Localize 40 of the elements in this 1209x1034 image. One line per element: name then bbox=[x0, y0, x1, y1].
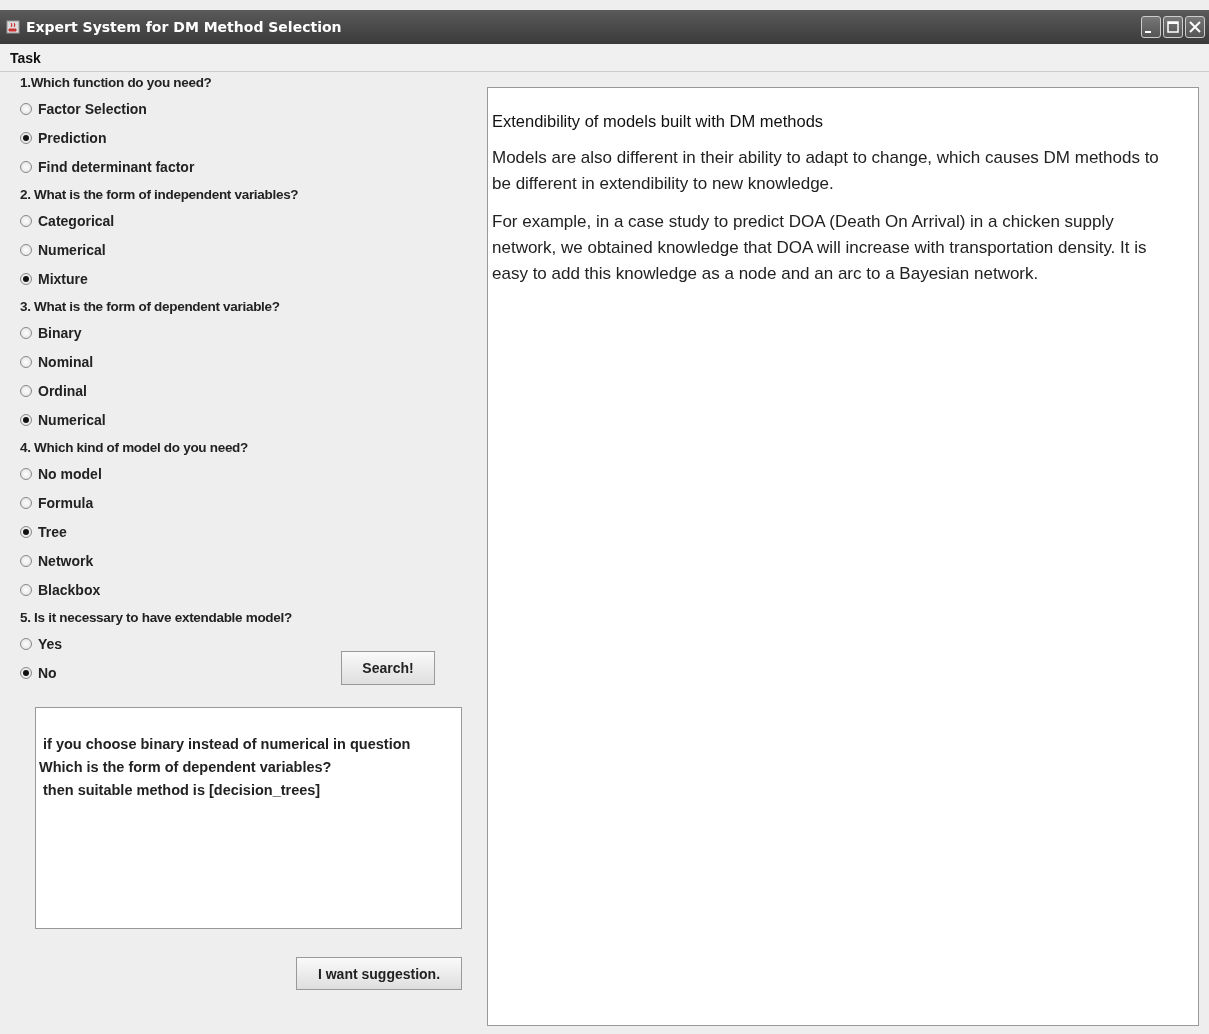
maximize-button[interactable] bbox=[1163, 16, 1183, 38]
radio-option[interactable]: No model bbox=[20, 459, 102, 488]
radio-option[interactable]: Tree bbox=[20, 517, 67, 546]
close-icon bbox=[1188, 20, 1202, 34]
output-text-area[interactable]: if you choose binary instead of numerical in question Which is the form of dependent variables? then suitable method is [decision_trees] bbox=[35, 707, 462, 929]
radio-option[interactable]: Nominal bbox=[20, 347, 94, 376]
output-line: then suitable method is [decision_trees] bbox=[42, 781, 322, 800]
close-button[interactable] bbox=[1185, 16, 1205, 38]
radio-option[interactable]: Factor Selection bbox=[20, 94, 147, 123]
radio-option[interactable]: Network bbox=[20, 546, 94, 575]
info-paragraph: Models are also different in their ability to adapt to change, which causes DM methods to be different in extendibility to new knowledge. bbox=[492, 147, 1160, 195]
output-line: Which is the form of dependent variables? bbox=[38, 758, 333, 777]
window-title: Expert System for DM Method Selection bbox=[26, 19, 342, 35]
info-heading: Extendibility of models built with DM methods bbox=[492, 112, 825, 131]
suggestion-button[interactable]: I want suggestion. bbox=[296, 957, 462, 990]
radio-option[interactable]: Binary bbox=[20, 318, 82, 347]
radio-option[interactable]: Numerical bbox=[20, 405, 106, 434]
radio-option[interactable]: Yes bbox=[20, 629, 63, 658]
radio-option[interactable]: Find determinant factor bbox=[20, 152, 195, 181]
menu-item[interactable]: Task bbox=[10, 49, 41, 66]
search-button[interactable]: Search! bbox=[341, 651, 435, 685]
minimize-icon bbox=[1145, 31, 1151, 33]
radio-option[interactable]: Ordinal bbox=[20, 376, 87, 405]
question-label: 3. What is the form of dependent variable? bbox=[20, 298, 281, 316]
question-label: 2. What is the form of independent variables? bbox=[20, 186, 300, 204]
radio-option[interactable]: Prediction bbox=[20, 123, 107, 152]
minimize-button[interactable] bbox=[1141, 16, 1161, 38]
question-label: 1.Which function do you need? bbox=[20, 74, 213, 92]
radio-option[interactable]: Categorical bbox=[20, 206, 115, 235]
radio-option[interactable]: Blackbox bbox=[20, 575, 101, 604]
radio-option[interactable]: No bbox=[20, 658, 57, 687]
question-label: 5. Is it necessary to have extendable model? bbox=[20, 609, 293, 627]
info-paragraph: For example, in a case study to predict DOA (Death On Arrival) in a chicken supply network, we obtained knowledge that DOA will increase with transportation density. It is easy to add this knowledge as a node and an arc to a Bayesian network. bbox=[492, 211, 1148, 285]
radio-option[interactable]: Numerical bbox=[20, 235, 106, 264]
maximize-icon bbox=[1166, 20, 1180, 34]
output-line: if you choose binary instead of numerical in question bbox=[42, 735, 412, 754]
cup-icon bbox=[6, 20, 20, 34]
radio-option[interactable]: Formula bbox=[20, 488, 94, 517]
radio-option[interactable]: Mixture bbox=[20, 264, 88, 293]
question-label: 4. Which kind of model do you need? bbox=[20, 439, 249, 457]
